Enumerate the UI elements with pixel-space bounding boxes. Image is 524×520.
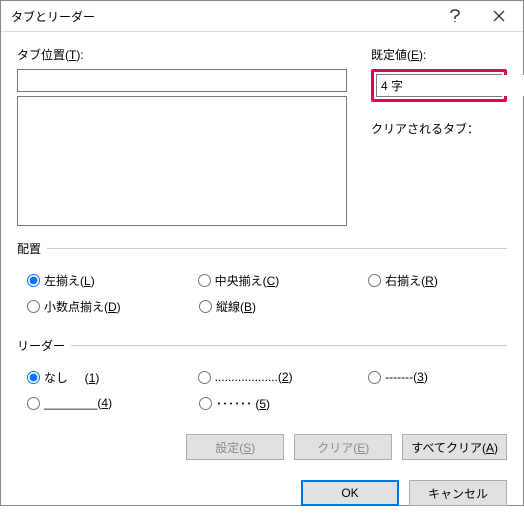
alignment-options: 左揃え(L) 中央揃え(C) 右揃え(R) 小数点揃え(D) xyxy=(27,267,507,319)
titlebar: タブとリーダー xyxy=(1,1,523,32)
align-bar-radio[interactable]: 縦線(B) xyxy=(199,298,371,315)
default-value-input[interactable] xyxy=(377,75,524,96)
cleared-tabs-label: クリアされるタブ： xyxy=(371,120,507,137)
leader-none-radio[interactable]: なし (1) xyxy=(27,369,198,386)
close-button[interactable] xyxy=(477,1,521,31)
tab-stops-listbox[interactable] xyxy=(17,96,347,226)
align-decimal-radio[interactable]: 小数点揃え(D) xyxy=(27,298,199,315)
tab-position-input[interactable] xyxy=(17,69,347,92)
leader-underline-radio[interactable]: ________(4) xyxy=(27,396,199,410)
leader-dashes-radio[interactable]: -------(3) xyxy=(368,370,507,384)
clear-button[interactable]: クリア(E) xyxy=(294,434,392,460)
help-button[interactable] xyxy=(433,1,477,31)
divider xyxy=(71,345,507,346)
align-left-radio[interactable]: 左揃え(L) xyxy=(27,272,198,289)
clear-all-button[interactable]: すべてクリア(A) xyxy=(402,434,507,460)
divider xyxy=(47,248,507,249)
tab-position-column: タブ位置(T): xyxy=(17,46,347,226)
set-button[interactable]: 設定(S) xyxy=(186,434,284,460)
action-buttons-row: 設定(S) クリア(E) すべてクリア(A) xyxy=(17,434,507,460)
dialog-footer: OK キャンセル xyxy=(1,470,523,520)
align-right-radio[interactable]: 右揃え(R) xyxy=(368,272,507,289)
leader-dots-radio[interactable]: ...................(2) xyxy=(198,370,369,384)
align-center-radio[interactable]: 中央揃え(C) xyxy=(198,272,369,289)
default-label: 既定値(E): xyxy=(371,46,507,63)
default-column: 既定値(E): クリアされるタブ： xyxy=(371,46,507,226)
tabs-dialog: タブとリーダー タブ位置(T): 既定値(E): xyxy=(0,0,524,506)
dialog-content: タブ位置(T): 既定値(E): xyxy=(1,32,523,470)
alignment-group-header: 配置 xyxy=(17,240,507,257)
tab-position-label: タブ位置(T): xyxy=(17,46,347,63)
default-spinner[interactable] xyxy=(376,74,502,97)
leader-label: リーダー xyxy=(17,337,65,354)
window-title: タブとリーダー xyxy=(11,8,433,25)
ok-button[interactable]: OK xyxy=(301,480,399,506)
leader-options: なし (1) ...................(2) -------(3)… xyxy=(27,364,507,416)
leader-middots-radio[interactable]: ･･････ (5) xyxy=(199,395,371,412)
leader-group-header: リーダー xyxy=(17,337,507,354)
cancel-button[interactable]: キャンセル xyxy=(409,480,507,506)
default-spinner-highlight xyxy=(371,69,507,102)
alignment-label: 配置 xyxy=(17,240,41,257)
top-row: タブ位置(T): 既定値(E): xyxy=(17,46,507,226)
